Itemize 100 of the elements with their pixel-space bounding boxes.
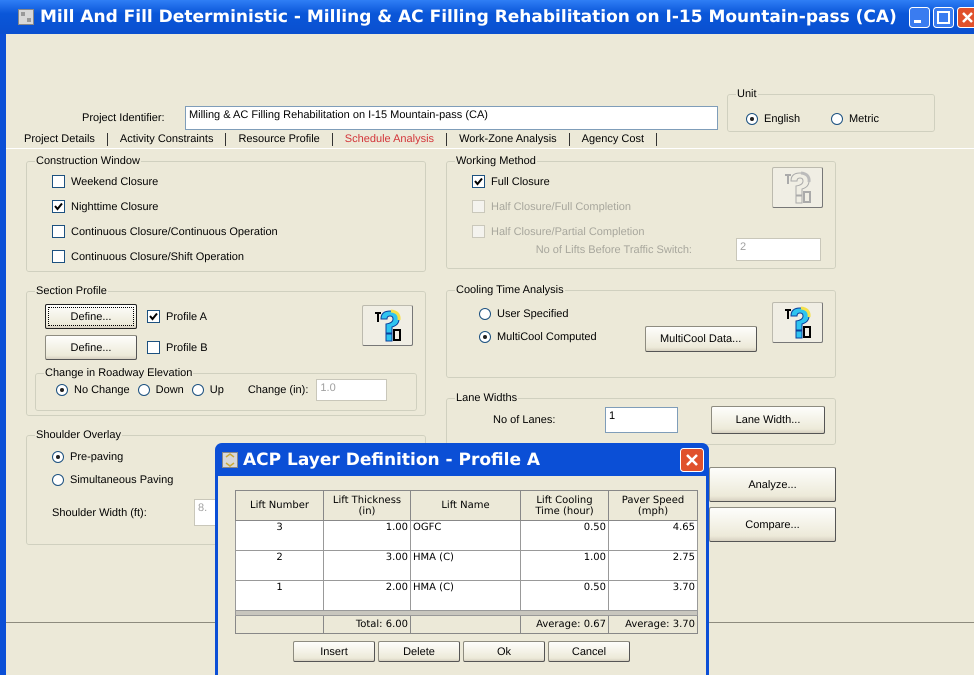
button[interactable]: Define... xyxy=(45,304,137,329)
table-cell[interactable]: 3.00 xyxy=(324,550,410,580)
radio-label: MultiCool Computed xyxy=(497,330,597,342)
radio-label: User Specified xyxy=(497,308,569,320)
button[interactable]: Insert xyxy=(293,641,375,662)
maximize-icon[interactable] xyxy=(933,6,954,28)
dialog-title: ACP Layer Definition - Profile A xyxy=(243,450,540,470)
button[interactable]: Ok xyxy=(463,641,545,662)
table-cell[interactable]: 1.00 xyxy=(520,550,608,580)
app-icon xyxy=(18,9,34,25)
button[interactable]: Delete xyxy=(378,641,460,662)
checkbox[interactable] xyxy=(147,310,160,323)
checkbox-label: Half Closure/Partial Completion xyxy=(491,226,644,238)
input-field[interactable]: Milling & AC Filling Rehabilitation on I-15 Mountain-pass (CA) xyxy=(185,106,718,130)
radio-button[interactable] xyxy=(479,308,491,320)
field-label: Project Identifier: xyxy=(82,112,166,124)
field-label: Shoulder Width (ft): xyxy=(52,506,148,518)
radio-button[interactable] xyxy=(52,450,64,462)
radio-label: No Change xyxy=(74,384,130,396)
group-label: Construction Window xyxy=(35,155,141,167)
radio-label: Down xyxy=(156,384,184,396)
group-label: Shoulder Overlay xyxy=(35,429,122,441)
table-cell[interactable]: HMA (C) xyxy=(410,550,520,580)
field-label: No of Lifts Before Traffic Switch: xyxy=(536,244,692,256)
tab[interactable]: Project Details xyxy=(12,133,108,146)
table-cell[interactable]: 2.75 xyxy=(608,550,698,580)
button[interactable]: Cancel xyxy=(548,641,630,662)
button[interactable]: Define... xyxy=(45,335,137,360)
close-icon[interactable] xyxy=(957,6,974,28)
table-cell[interactable]: 1.00 xyxy=(324,520,410,550)
group-label: Section Profile xyxy=(35,285,108,297)
group-label: Unit xyxy=(736,88,758,100)
group-label: Change in Roadway Elevation xyxy=(44,367,194,379)
button[interactable]: Analyze... xyxy=(709,467,836,502)
button[interactable]: MultiCool Data... xyxy=(644,326,757,352)
input-field[interactable]: 1 xyxy=(605,407,678,433)
group-label: Cooling Time Analysis xyxy=(455,284,565,296)
summary-cell: Average: 0.67 xyxy=(520,616,608,634)
info-button[interactable] xyxy=(362,305,413,346)
button[interactable]: Lane Width... xyxy=(711,406,825,434)
window-title: Mill And Fill Deterministic - Milling & AC Filling Rehabilitation on I-15 Mountain-pass (CA) xyxy=(40,7,897,27)
radio-label: Metric xyxy=(849,112,879,124)
field-label: Change (in): xyxy=(248,384,308,396)
radio-label: English xyxy=(764,112,800,124)
checkbox-label: Weekend Closure xyxy=(71,176,158,188)
group-label: Working Method xyxy=(455,155,537,167)
table-cell[interactable]: 4.65 xyxy=(608,520,698,550)
table-cell[interactable]: 2.00 xyxy=(324,580,410,610)
radio-button[interactable] xyxy=(52,474,64,486)
checkbox-label: Nighttime Closure xyxy=(71,200,158,212)
close-icon[interactable] xyxy=(680,448,704,472)
table-cell[interactable]: 0.50 xyxy=(520,580,608,610)
info-icon xyxy=(782,306,812,340)
table-cell[interactable]: 3 xyxy=(236,520,324,550)
checkbox[interactable] xyxy=(52,225,65,238)
table-cell[interactable]: 3.70 xyxy=(608,580,698,610)
radio-label: Up xyxy=(210,384,224,396)
radio-button[interactable] xyxy=(746,112,758,124)
tab[interactable]: Agency Cost xyxy=(570,133,658,146)
column-header: Lift Name xyxy=(410,490,520,520)
column-header: Lift Cooling Time (hour) xyxy=(520,490,608,520)
checkbox[interactable] xyxy=(472,175,485,188)
checkbox[interactable] xyxy=(147,341,160,354)
tab[interactable]: Schedule Analysis xyxy=(332,133,448,146)
radio-label: Simultaneous Paving xyxy=(70,474,174,486)
radio-button[interactable] xyxy=(831,112,843,124)
button[interactable]: Compare... xyxy=(709,507,836,542)
checkbox-label: Continuous Closure/Shift Operation xyxy=(71,250,244,262)
table-cell[interactable]: 1 xyxy=(236,580,324,610)
radio-button[interactable] xyxy=(192,384,204,396)
radio-button[interactable] xyxy=(138,384,150,396)
info-icon xyxy=(782,170,812,204)
table-cell[interactable]: OGFC xyxy=(410,520,520,550)
checkbox-label: Profile A xyxy=(166,310,207,322)
minimize-icon[interactable] xyxy=(909,6,930,28)
info-icon xyxy=(372,308,402,342)
checkbox-label: Full Closure xyxy=(491,176,550,188)
summary-cell: Total: 6.00 xyxy=(324,616,410,634)
table-cell[interactable]: HMA (C) xyxy=(410,580,520,610)
checkbox-label: Half Closure/Full Completion xyxy=(491,200,631,212)
checkbox[interactable] xyxy=(52,250,65,263)
radio-button[interactable] xyxy=(479,330,491,342)
radio-label: Pre-paving xyxy=(70,450,124,462)
checkbox[interactable] xyxy=(52,200,65,213)
group-label: Lane Widths xyxy=(455,392,518,404)
checkbox-label: Profile B xyxy=(166,342,208,354)
column-header: Lift Thickness (in) xyxy=(324,490,410,520)
radio-button[interactable] xyxy=(56,384,68,396)
checkbox-label: Continuous Closure/Continuous Operation xyxy=(71,226,278,238)
tab[interactable]: Activity Constraints xyxy=(108,133,226,146)
dialog-icon xyxy=(222,452,238,468)
tab[interactable]: Resource Profile xyxy=(226,133,333,146)
table-cell[interactable]: 0.50 xyxy=(520,520,608,550)
column-header: Paver Speed (mph) xyxy=(608,490,698,520)
checkbox[interactable] xyxy=(52,175,65,188)
tab[interactable]: Work-Zone Analysis xyxy=(447,133,570,146)
table-cell[interactable]: 2 xyxy=(236,550,324,580)
info-button[interactable] xyxy=(772,302,823,343)
column-header: Lift Number xyxy=(236,490,324,520)
field-label: No of Lanes: xyxy=(493,414,556,426)
